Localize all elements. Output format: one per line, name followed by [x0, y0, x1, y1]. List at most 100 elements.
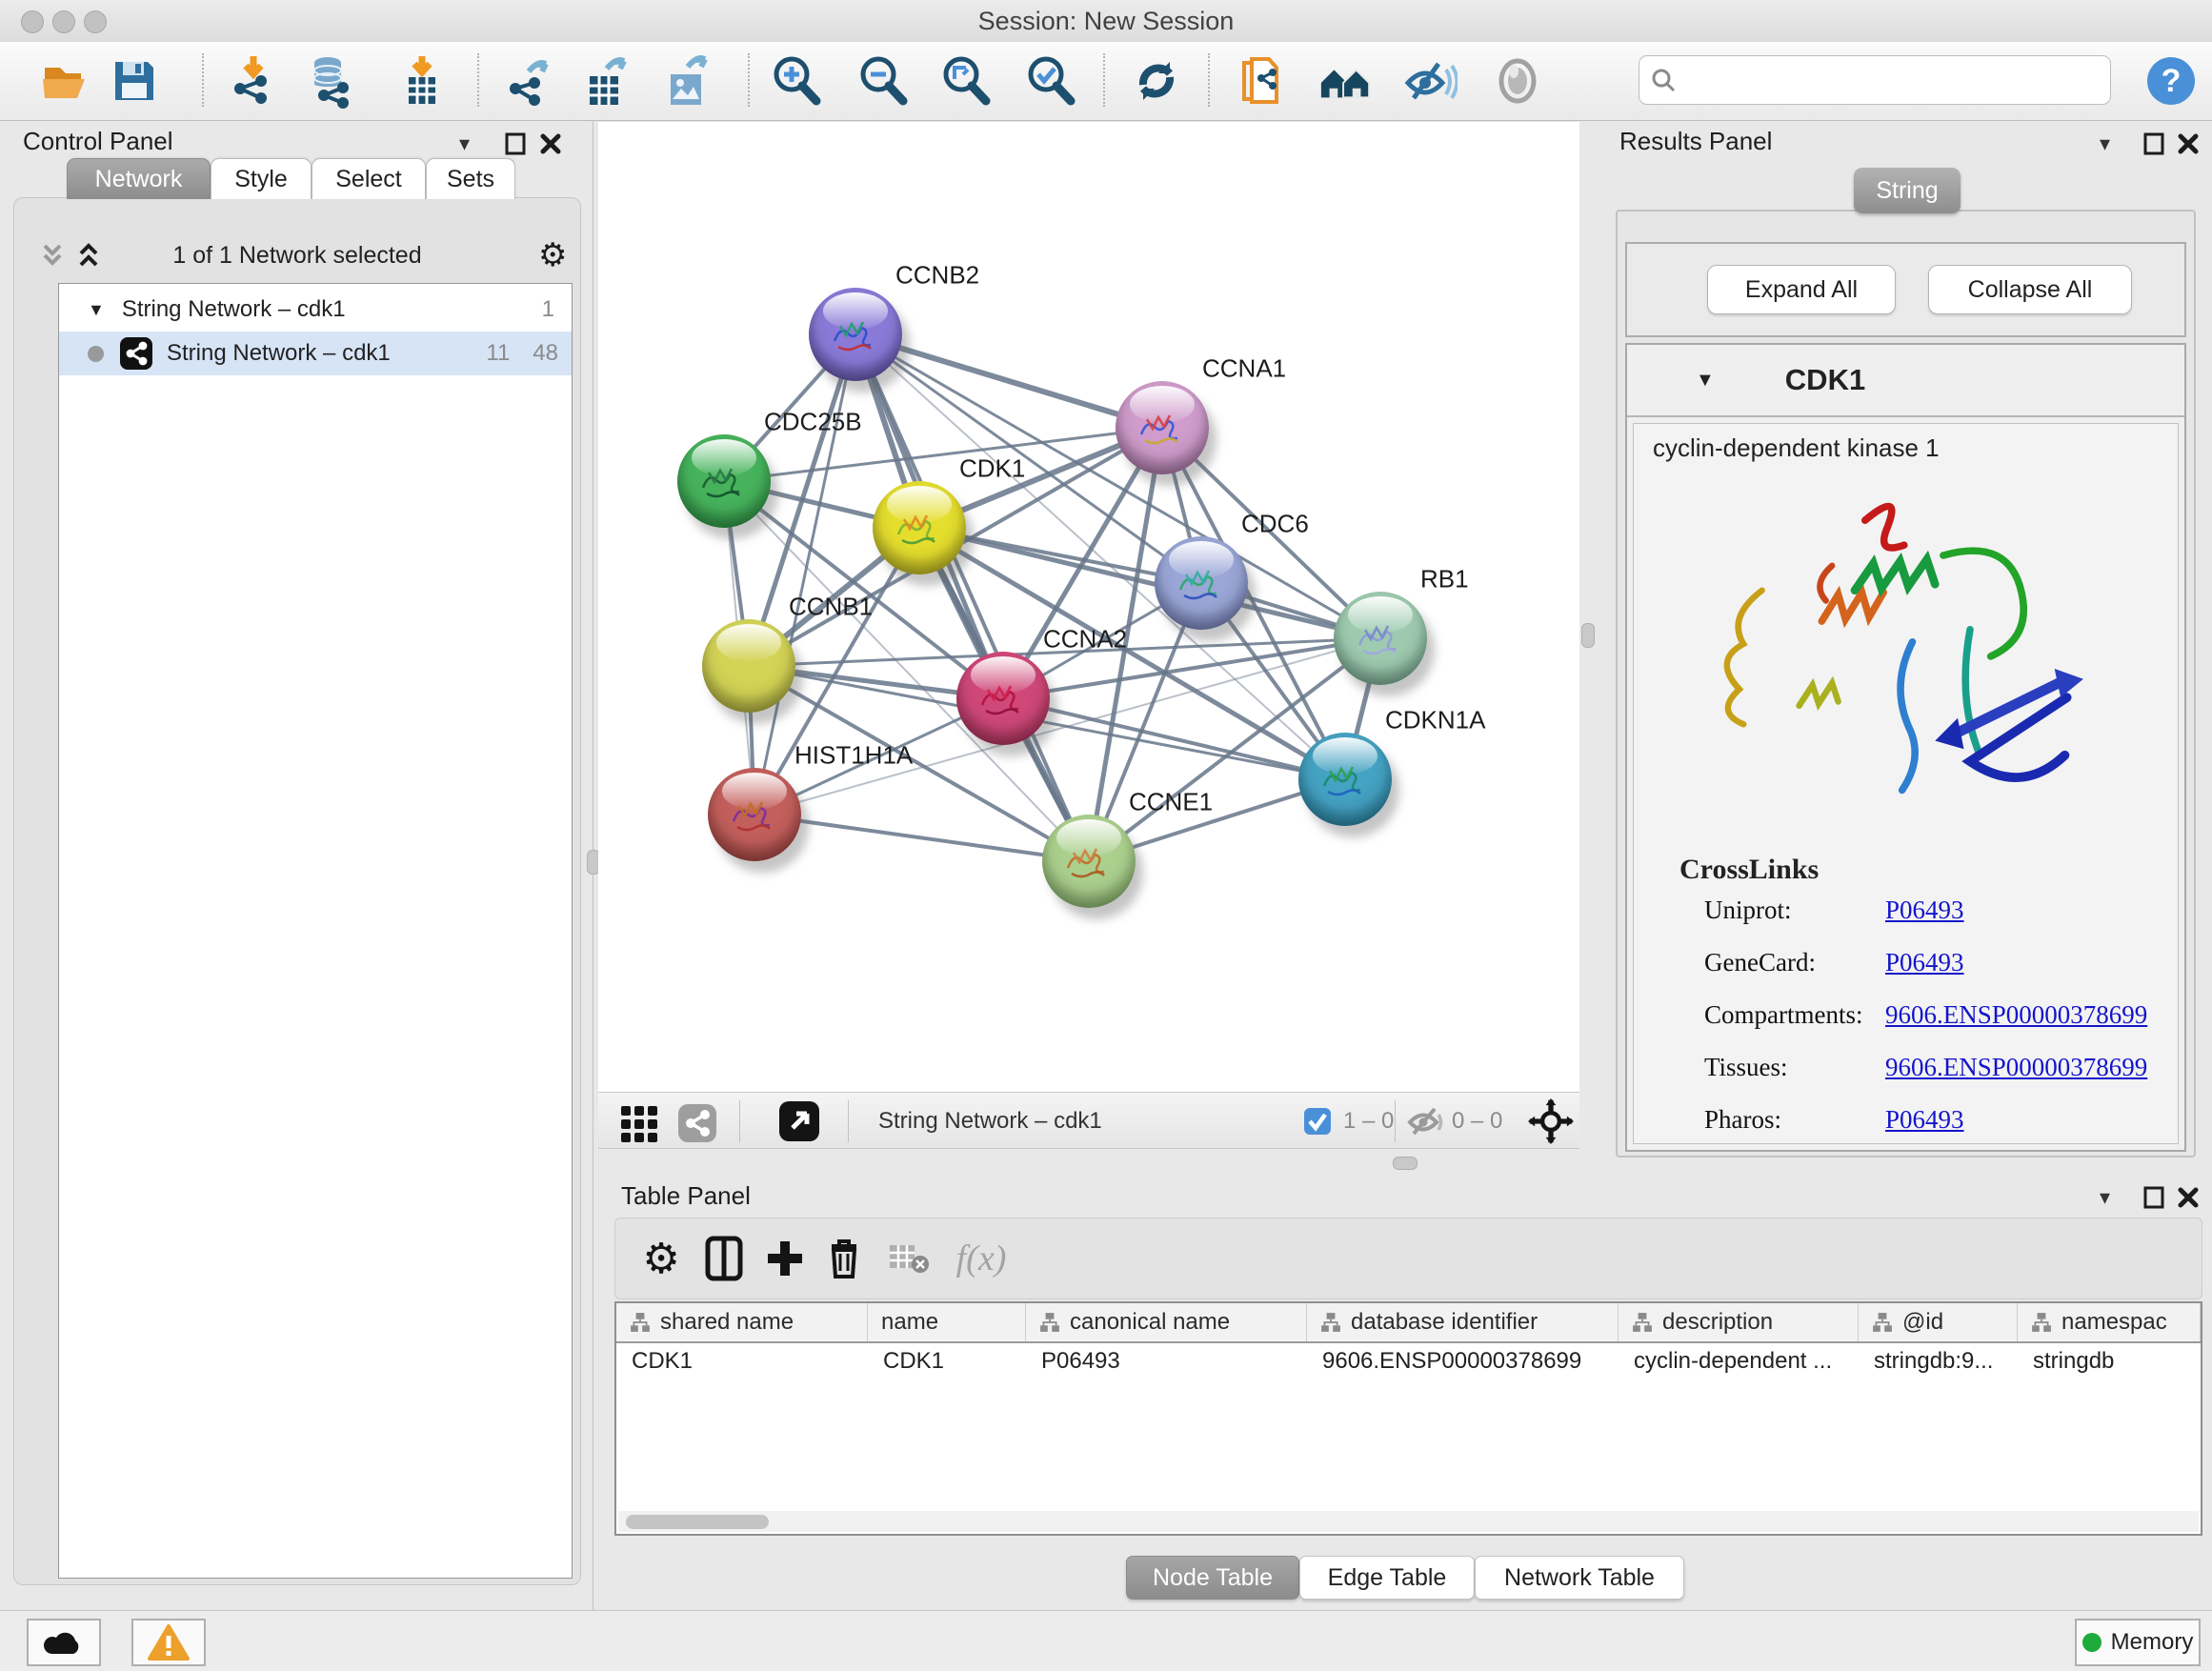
collapse-all-button[interactable]: Collapse All [1928, 265, 2132, 314]
table-panel-close-button[interactable] [2176, 1185, 2201, 1215]
help-button[interactable]: ? [2143, 53, 2199, 109]
hide-selected-button[interactable] [1402, 53, 1458, 109]
column-header-canonical-name[interactable]: canonical name [1026, 1303, 1307, 1341]
edge-ccnb2-ccna1[interactable] [855, 334, 1162, 428]
table-cell[interactable]: stringdb [2018, 1343, 2201, 1379]
network-node-ccnb1[interactable] [702, 619, 795, 713]
zoom-out-button[interactable] [855, 53, 911, 109]
show-graphics-details-button[interactable] [1490, 53, 1545, 109]
right-splitter-handle[interactable] [1581, 623, 1595, 648]
grid-view-button[interactable] [619, 1100, 661, 1142]
clone-network-button[interactable] [1237, 53, 1292, 109]
edge-ccne1-hist1h1a[interactable] [754, 815, 1089, 861]
save-session-button[interactable] [107, 53, 162, 109]
memory-button[interactable]: Memory [2075, 1619, 2201, 1666]
network-node-cdk1[interactable] [873, 481, 966, 574]
show-columns-button[interactable] [699, 1234, 749, 1283]
import-network-database-button[interactable] [303, 53, 358, 109]
tab-network[interactable]: Network [67, 158, 211, 199]
table-cell[interactable]: stringdb:9... [1859, 1343, 2018, 1379]
column-header-namespac[interactable]: namespac [2018, 1303, 2201, 1341]
table-cell[interactable]: cyclin-dependent ... [1619, 1343, 1859, 1379]
network-collection-row[interactable]: ▼ String Network – cdk1 1 [59, 288, 572, 332]
network-row[interactable]: String Network – cdk1 11 48 [59, 332, 572, 375]
tab-style[interactable]: Style [211, 158, 312, 199]
table-cell[interactable]: CDK1 [868, 1343, 1026, 1379]
column-header-description[interactable]: description [1619, 1303, 1859, 1341]
network-share-button[interactable] [676, 1100, 718, 1142]
tab-select[interactable]: Select [312, 158, 426, 199]
section-expander-icon[interactable]: ▼ [1696, 370, 1715, 392]
table-row[interactable]: CDK1CDK1P064939606.ENSP00000378699cyclin… [616, 1343, 2201, 1379]
search-field[interactable] [1639, 55, 2111, 105]
open-session-button[interactable] [38, 53, 93, 109]
table-options-gear-icon[interactable]: ⚙ [636, 1234, 686, 1283]
network-node-cdkn1a[interactable] [1298, 733, 1392, 826]
crosslink-link[interactable]: 9606.ENSP00000378699 [1885, 1053, 2147, 1082]
network-node-ccnb2[interactable] [809, 288, 902, 381]
column-header-shared-name[interactable]: shared name [616, 1303, 868, 1341]
cloud-status-button[interactable] [27, 1619, 101, 1666]
selected-nodes-checkbox[interactable] [1303, 1100, 1332, 1142]
crosslink-link[interactable]: P06493 [1885, 896, 1964, 925]
delete-column-button[interactable] [819, 1234, 869, 1283]
results-panel-menu-arrow[interactable]: ▾ [2100, 131, 2110, 156]
edge-ccnb2-ccne1[interactable] [855, 334, 1089, 861]
import-network-file-button[interactable] [226, 53, 281, 109]
warnings-button[interactable] [131, 1619, 206, 1666]
hidden-items-indicator[interactable] [1406, 1100, 1446, 1142]
control-panel-close-button[interactable] [538, 131, 563, 161]
column-header-name[interactable]: name [868, 1303, 1026, 1341]
birdseye-toggle-button[interactable] [1528, 1100, 1574, 1142]
network-options-gear-icon[interactable]: ⚙ [538, 236, 567, 274]
export-image-button[interactable] [659, 53, 714, 109]
network-node-ccna1[interactable] [1116, 381, 1209, 474]
crosslink-link[interactable]: P06493 [1885, 948, 1964, 977]
search-input[interactable] [1683, 66, 2110, 94]
tab-sets[interactable]: Sets [426, 158, 515, 199]
zoom-selected-button[interactable] [1023, 53, 1078, 109]
network-node-hist1h1a[interactable] [708, 768, 801, 861]
crosslink-link[interactable]: P06493 [1885, 1105, 1964, 1135]
tab-node-table[interactable]: Node Table [1126, 1556, 1299, 1600]
function-builder-button[interactable]: f(x) [945, 1234, 1017, 1283]
table-cell[interactable]: P06493 [1026, 1343, 1307, 1379]
column-header-database-identifier[interactable]: database identifier [1307, 1303, 1619, 1341]
first-neighbors-button[interactable] [1317, 53, 1373, 109]
zoom-fit-button[interactable] [938, 53, 994, 109]
tab-network-table[interactable]: Network Table [1475, 1556, 1684, 1600]
export-network-button[interactable] [501, 53, 556, 109]
results-panel-float-button[interactable] [2142, 131, 2166, 161]
network-node-rb1[interactable] [1334, 592, 1427, 685]
crosslink-link[interactable]: 9606.ENSP00000378699 [1885, 1000, 2147, 1030]
control-panel-menu-arrow[interactable]: ▾ [459, 131, 470, 156]
network-node-ccna2[interactable] [956, 652, 1050, 745]
create-column-button[interactable] [760, 1234, 810, 1283]
tree-expander-icon[interactable]: ▼ [88, 300, 105, 320]
delete-table-button[interactable] [884, 1234, 934, 1283]
tab-edge-table[interactable]: Edge Table [1299, 1556, 1475, 1600]
scrollbar-thumb[interactable] [626, 1515, 769, 1529]
open-in-window-button[interactable] [777, 1100, 821, 1142]
expand-all-button[interactable]: Expand All [1707, 265, 1896, 314]
import-table-button[interactable] [394, 53, 450, 109]
gene-section-header[interactable]: ▼ CDK1 [1627, 345, 2184, 417]
table-cell[interactable]: CDK1 [616, 1343, 868, 1379]
horizontal-splitter-handle[interactable] [1393, 1157, 1418, 1170]
refresh-button[interactable] [1129, 53, 1184, 109]
table-cell[interactable]: 9606.ENSP00000378699 [1307, 1343, 1619, 1379]
results-panel-close-button[interactable] [2176, 131, 2201, 161]
network-canvas[interactable]: CCNB2CCNA1CDC25BCDK1CDC6RB1CCNB1CCNA2CDK… [598, 122, 1579, 1092]
network-node-ccne1[interactable] [1042, 815, 1136, 908]
column-header--id[interactable]: @id [1859, 1303, 2018, 1341]
table-panel-float-button[interactable] [2142, 1185, 2166, 1215]
network-node-cdc25b[interactable] [677, 434, 771, 528]
table-panel-menu-arrow[interactable]: ▾ [2100, 1185, 2110, 1210]
tab-string[interactable]: String [1854, 168, 1961, 213]
control-panel-float-button[interactable] [503, 131, 528, 161]
horizontal-scrollbar[interactable] [618, 1511, 2199, 1532]
zoom-in-button[interactable] [769, 53, 824, 109]
export-table-button[interactable] [578, 53, 633, 109]
network-node-cdc6[interactable] [1155, 536, 1248, 630]
node-table[interactable]: shared namenamecanonical namedatabase id… [614, 1301, 2202, 1536]
